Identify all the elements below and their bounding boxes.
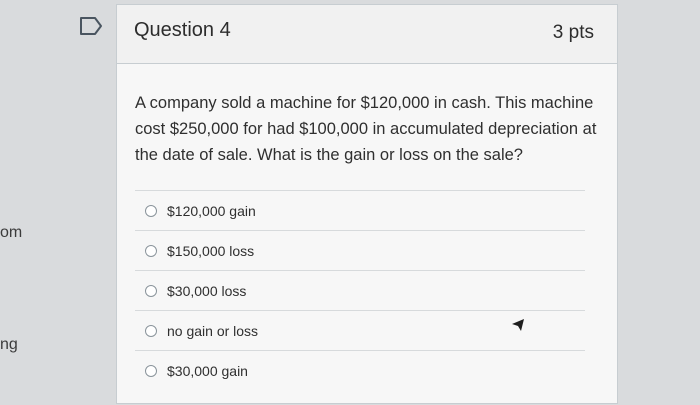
answer-option[interactable]: $30,000 loss — [135, 270, 585, 310]
radio-button[interactable] — [145, 284, 157, 297]
question-title: Question 4 — [134, 19, 231, 41]
answer-list: $120,000 gain $150,000 loss $30,000 loss… — [135, 190, 585, 390]
answer-label[interactable]: $120,000 gain — [167, 203, 256, 219]
question-points: 3 pts — [552, 22, 594, 43]
radio-button[interactable] — [145, 324, 157, 337]
sidebar-fragment-text: ng — [0, 336, 18, 353]
question-text: A company sold a machine for $120,000 in… — [135, 94, 597, 164]
answer-option[interactable]: $150,000 loss — [135, 230, 585, 270]
flag-icon[interactable] — [78, 16, 104, 36]
answer-label[interactable]: no gain or loss — [167, 323, 258, 339]
answer-label[interactable]: $150,000 loss — [167, 243, 254, 259]
radio-button[interactable] — [145, 364, 157, 377]
question-body: A company sold a machine for $120,000 in… — [117, 64, 617, 403]
question-header: Question 4 3 pts — [117, 5, 617, 64]
mouse-pointer-icon — [512, 319, 524, 331]
answer-option[interactable]: $30,000 gain — [135, 350, 585, 390]
answer-label[interactable]: $30,000 gain — [167, 363, 248, 379]
answer-option[interactable]: $120,000 gain — [135, 190, 585, 230]
sidebar-fragment-text: om — [0, 224, 23, 241]
radio-button[interactable] — [145, 204, 157, 217]
radio-button[interactable] — [145, 244, 157, 257]
question-card: Question 4 3 pts A company sold a machin… — [116, 4, 618, 404]
answer-label[interactable]: $30,000 loss — [167, 283, 246, 299]
